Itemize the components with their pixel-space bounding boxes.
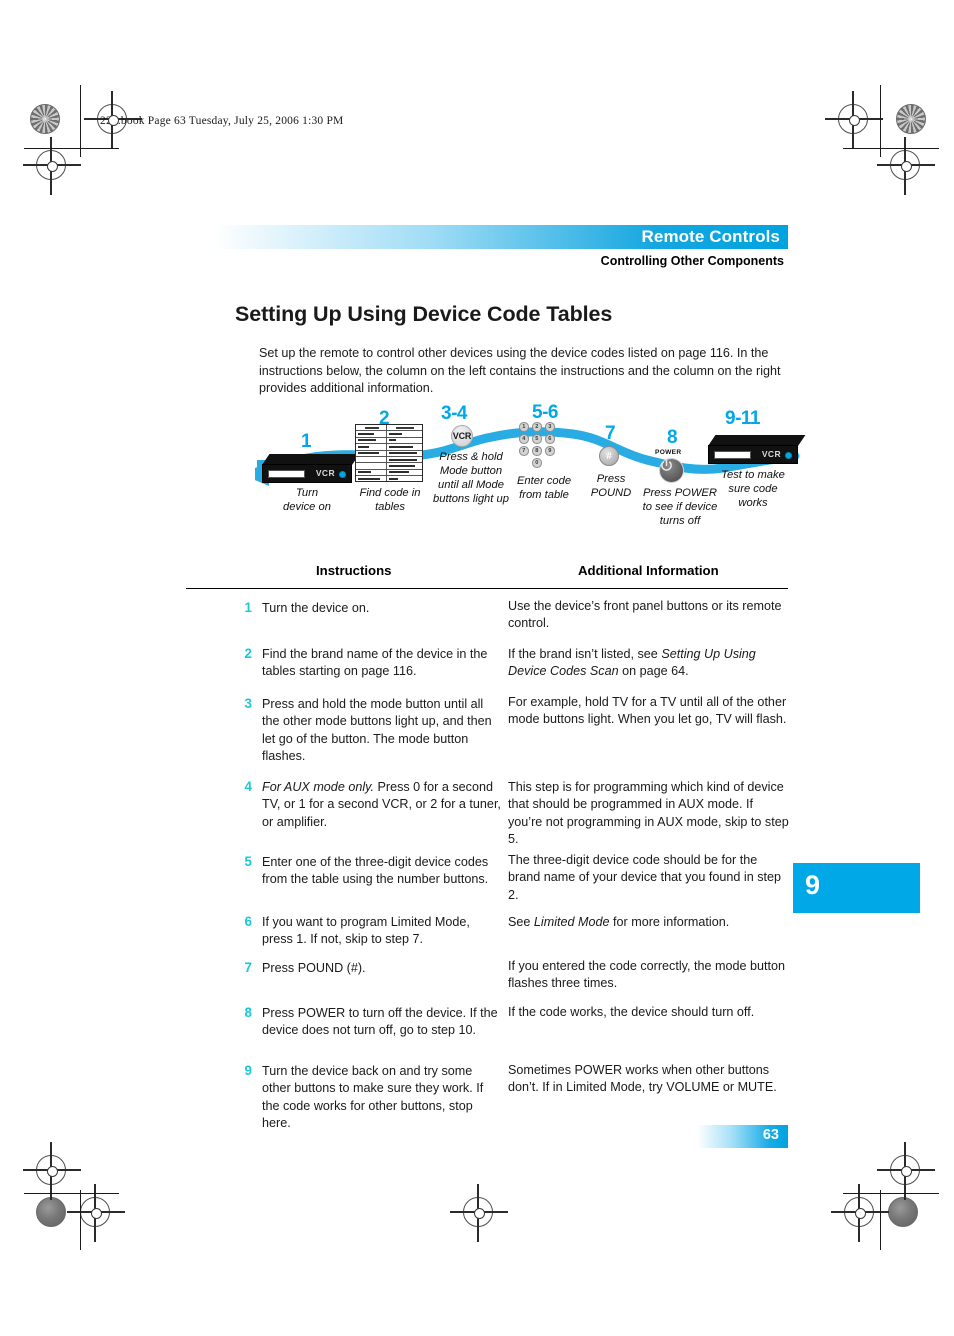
device-led-icon	[339, 471, 346, 478]
diagram-step-number: 8	[667, 427, 678, 448]
step-number: 2	[244, 646, 252, 661]
power-symbol-icon	[661, 459, 672, 471]
chapter-number: 9	[805, 870, 821, 900]
intro-paragraph: Set up the remote to control other devic…	[259, 346, 781, 396]
step-instruction: Press POUND (#).	[262, 961, 366, 975]
keypad-key: 0	[532, 458, 542, 468]
device-label: VCR	[761, 449, 781, 459]
running-header-subtitle: Controlling Other Components	[600, 254, 784, 268]
keypad-key: 5	[532, 434, 542, 444]
diagram-step-number: 9-11	[725, 408, 760, 429]
step-instruction: Enter one of the three-digit device code…	[262, 855, 489, 887]
column-header-additional-information: Additional Information	[578, 563, 719, 578]
step-additional-info: For example, hold TV for a TV until all …	[508, 695, 787, 727]
chapter-tab: 9	[793, 863, 920, 913]
keypad-key: 9	[545, 446, 555, 456]
step-instruction: Press POWER to turn off the device. If t…	[262, 1006, 498, 1038]
pound-button-icon: #	[599, 446, 619, 466]
instructions-table: Instructions Additional Information 1 Tu…	[186, 560, 789, 1130]
diagram-step-caption: Test to make sure code works	[721, 469, 785, 509]
keypad-key: 8	[532, 446, 542, 456]
step-number: 1	[244, 600, 252, 615]
table-row: 1 Turn the device on. Use the device’s f…	[186, 588, 788, 646]
step-number: 5	[244, 854, 252, 869]
page-title: Setting Up Using Device Code Tables	[235, 302, 613, 326]
power-button-label: POWER	[655, 449, 682, 456]
folio-bar: 63	[693, 1125, 788, 1148]
keypad-key: 4	[519, 434, 529, 444]
step-number: 9	[244, 1063, 252, 1078]
step-number: 7	[244, 960, 252, 975]
table-row: 3 Press and hold the mode button until a…	[186, 695, 788, 779]
workflow-diagram: 1 VCR Turn device on 2 Find code in tabl…	[255, 398, 806, 528]
running-header-bar: Remote Controls	[176, 225, 788, 249]
step-additional-info: The three-digit device code should be fo…	[508, 853, 782, 902]
table-row: 7 Press POUND (#). If you entered the co…	[186, 959, 788, 1005]
step-instruction: Turn the device on.	[262, 601, 370, 615]
pound-button-label: #	[606, 450, 612, 462]
keypad-key: 1	[519, 422, 529, 432]
diagram-step-number: 1	[301, 431, 312, 452]
table-row: 5 Enter one of the three-digit device co…	[186, 853, 788, 914]
step-additional-info: If you entered the code correctly, the m…	[508, 959, 785, 991]
diagram-step-caption: Turn device on	[283, 487, 331, 513]
step-additional-info: This step is for programming which kind …	[508, 780, 789, 847]
number-keypad-icon: 1 2 3 4 5 6 7 8 9 0	[519, 422, 567, 470]
device-label: VCR	[315, 468, 335, 478]
table-body: 1 Turn the device on. Use the device’s f…	[186, 588, 789, 1143]
table-header-row: Instructions Additional Information	[186, 560, 788, 588]
diagram-step-caption: Enter code from table	[516, 475, 572, 501]
step-additional-info: If the code works, the device should tur…	[508, 1005, 755, 1019]
step-additional-info: See Limited Mode for more information.	[508, 915, 730, 929]
page-number: 63	[762, 1127, 779, 1143]
step-instruction: For AUX mode only. Press 0 for a second …	[262, 780, 501, 829]
diagram-step-number: 3-4	[441, 403, 467, 424]
power-button-icon	[659, 458, 684, 483]
step-additional-info: If the brand isn’t listed, see Setting U…	[508, 647, 756, 679]
mode-button-label: VCR	[452, 431, 472, 441]
device-box-icon: VCR	[708, 435, 806, 465]
step-additional-info: Sometimes POWER works when other buttons…	[508, 1063, 777, 1095]
step-instruction: If you want to program Limited Mode, pre…	[262, 915, 470, 947]
keypad-key: 3	[545, 422, 555, 432]
step-number: 6	[244, 914, 252, 929]
vcr-mode-button-icon: VCR	[451, 425, 473, 447]
diagram-step-caption: Find code in tables	[359, 487, 421, 513]
page-content: Remote Controls Controlling Other Compon…	[0, 0, 954, 1336]
table-row: 8 Press POWER to turn off the device. If…	[186, 1005, 788, 1063]
diagram-step-caption: Press & hold Mode button until all Mode …	[433, 451, 509, 505]
device-box-icon: VCR	[262, 454, 360, 484]
step-instruction: Turn the device back on and try some oth…	[262, 1064, 484, 1131]
keypad-key: 2	[532, 422, 542, 432]
keypad-key: 7	[519, 446, 529, 456]
step-number: 4	[244, 779, 252, 794]
running-header-title: Remote Controls	[641, 227, 780, 246]
step-instruction: Press and hold the mode button until all…	[262, 697, 492, 764]
keypad-key: 6	[545, 434, 555, 444]
table-row: 4 For AUX mode only. Press 0 for a secon…	[186, 779, 789, 854]
diagram-step-number: 7	[605, 423, 616, 444]
column-header-instructions: Instructions	[316, 563, 392, 578]
device-led-icon	[785, 452, 792, 459]
table-row: 6 If you want to program Limited Mode, p…	[186, 914, 788, 960]
diagram-step-number: 5-6	[532, 402, 558, 423]
code-table-icon	[355, 424, 423, 482]
step-instruction: Find the brand name of the device in the…	[262, 647, 488, 679]
step-additional-info: Use the device’s front panel buttons or …	[508, 599, 782, 631]
step-number: 8	[244, 1005, 252, 1020]
step-number: 3	[244, 696, 252, 711]
table-row: 2 Find the brand name of the device in t…	[186, 646, 788, 696]
